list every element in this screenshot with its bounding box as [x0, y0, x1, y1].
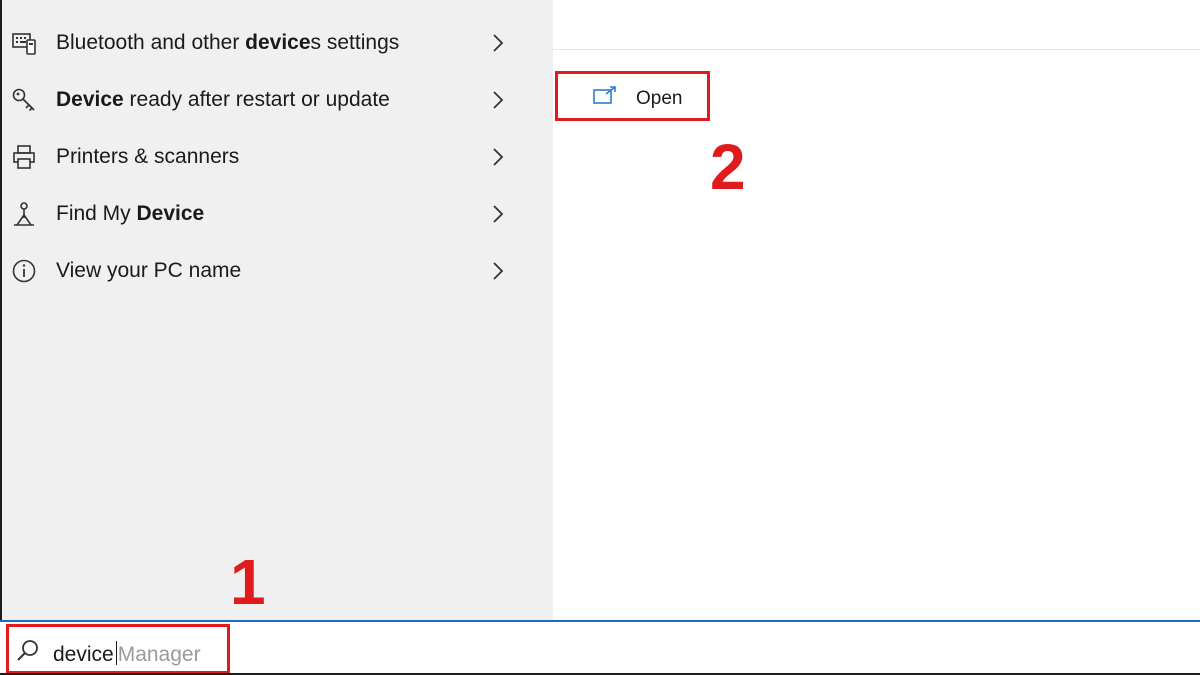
chevron-right-icon[interactable]: [488, 200, 508, 228]
step-marker-1: 1: [230, 546, 266, 618]
result-device-ready[interactable]: Device ready after restart or update: [2, 71, 553, 128]
text-caret: [115, 641, 117, 665]
window-edge: [0, 0, 2, 675]
result-view-pc-name[interactable]: View your PC name: [2, 242, 553, 299]
search-input[interactable]: device Manager: [6, 624, 230, 674]
search-window: Bluetooth and other devices settings Dev…: [0, 0, 1200, 675]
typed-text: device: [53, 643, 114, 666]
chevron-right-icon[interactable]: [488, 143, 508, 171]
info-icon: [10, 257, 38, 285]
search-query: device Manager: [53, 641, 201, 667]
search-icon: [15, 638, 41, 664]
open-external-icon: [592, 85, 618, 107]
autocomplete-suggestion: Manager: [117, 643, 201, 666]
step-marker-2: 2: [710, 131, 746, 203]
key-icon: [10, 86, 38, 114]
result-label: Find My Device: [56, 201, 205, 225]
preview-header: [553, 0, 1200, 50]
find-device-icon: [10, 200, 38, 228]
result-label: Bluetooth and other devices settings: [56, 30, 400, 54]
chevron-right-icon[interactable]: [488, 86, 508, 114]
result-label: View your PC name: [56, 258, 242, 282]
result-bluetooth-settings[interactable]: Bluetooth and other devices settings: [2, 14, 553, 71]
result-find-my-device[interactable]: Find My Device: [2, 185, 553, 242]
chevron-right-icon[interactable]: [488, 257, 508, 285]
chevron-right-icon[interactable]: [488, 29, 508, 57]
results-pane: Bluetooth and other devices settings Dev…: [2, 0, 553, 620]
result-label: Device ready after restart or update: [56, 87, 390, 111]
result-label: Printers & scanners: [56, 144, 240, 168]
result-printers-scanners[interactable]: Printers & scanners: [2, 128, 553, 185]
keyboard-settings-icon: [10, 29, 38, 57]
printer-icon: [10, 143, 38, 171]
open-label: Open: [636, 88, 683, 109]
search-bar: device Manager: [0, 620, 1200, 675]
open-button[interactable]: Open: [555, 71, 710, 121]
